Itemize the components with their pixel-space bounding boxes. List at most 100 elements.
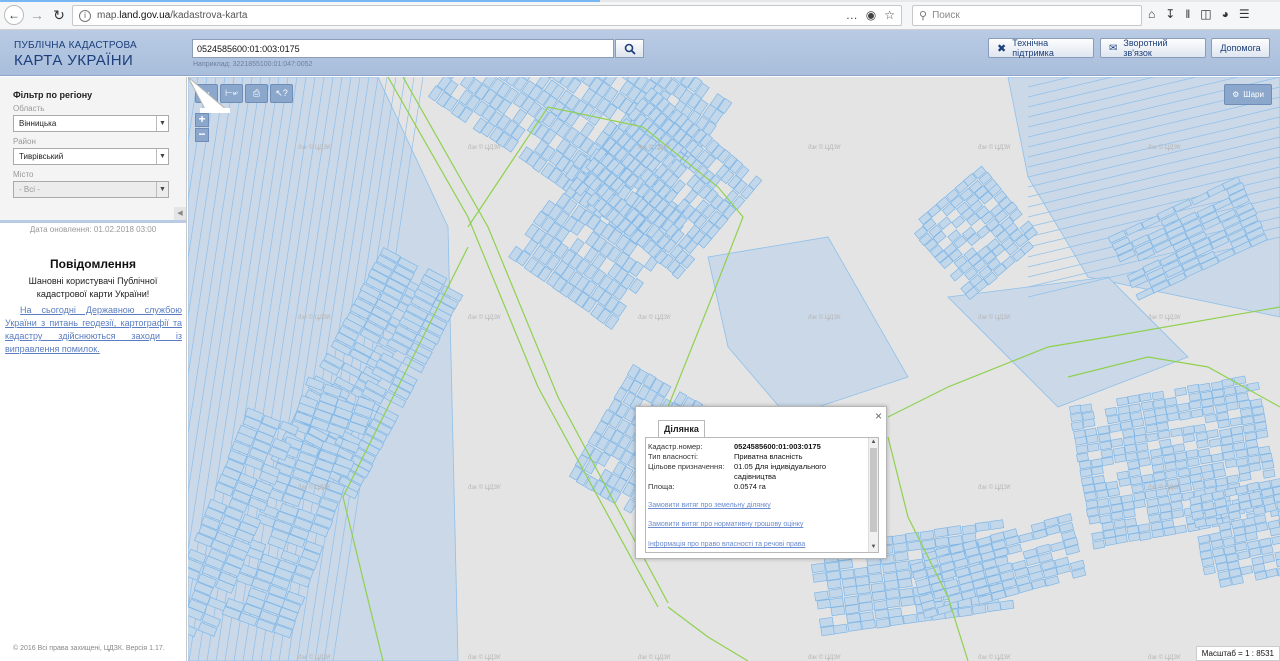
- map-watermark: дзк © ЦДЗК: [468, 314, 501, 321]
- scale-label: Масштаб = 1 : 8531: [1195, 646, 1280, 661]
- parcel: [1164, 469, 1178, 480]
- page-actions-icon[interactable]: …: [846, 8, 858, 22]
- parcel: [1088, 514, 1102, 525]
- popup-tail: [188, 77, 230, 113]
- tab-parcel[interactable]: Ділянка: [658, 420, 705, 438]
- map-watermark: дзк © ЦДЗК: [468, 654, 501, 661]
- parcel: [1254, 421, 1268, 431]
- parcel: [1224, 458, 1238, 469]
- parcel: [1163, 453, 1176, 464]
- address-bar[interactable]: i map. land.gov.ua/kadastrova-karta … ◉ ☆: [72, 5, 902, 26]
- map-watermark: дзк © ЦДЗК: [1148, 654, 1181, 661]
- parcel: [1151, 390, 1165, 401]
- parcel: [1188, 392, 1202, 402]
- parcel: [1092, 539, 1106, 550]
- scroll-up-icon[interactable]: ▲: [869, 438, 878, 447]
- parcel: [1159, 511, 1173, 521]
- info-cursor-icon[interactable]: ↖?: [270, 84, 293, 103]
- help-button[interactable]: Допомога: [1211, 38, 1270, 58]
- city-select[interactable]: - Всі - ▼: [13, 181, 169, 198]
- browser-tools: ⌂ ↧ ‖ ◫ ◕ ☰: [1148, 7, 1250, 21]
- forward-icon[interactable]: →: [28, 6, 46, 24]
- order-extract-link[interactable]: Замовити витяг про земельну ділянку: [648, 502, 771, 509]
- parcel: [828, 588, 844, 599]
- parcel: [1057, 513, 1073, 525]
- back-icon[interactable]: ←: [4, 5, 24, 25]
- parcel: [1157, 495, 1171, 506]
- parcel: [1145, 432, 1159, 443]
- parcel: [937, 216, 952, 230]
- menu-icon[interactable]: ☰: [1239, 7, 1250, 21]
- scroll-down-icon[interactable]: ▼: [869, 543, 878, 552]
- parcel: [826, 570, 841, 581]
- filter-title: Фільтр по регіону: [13, 90, 93, 100]
- parcel: [894, 560, 910, 571]
- parcel: [1107, 487, 1121, 497]
- parcel: [1261, 460, 1275, 470]
- parcel: [1155, 413, 1168, 424]
- parcel: [1151, 528, 1165, 539]
- notice-link[interactable]: На сьогодні Державною службою України з …: [5, 304, 182, 356]
- parcel: [1222, 536, 1236, 547]
- zoom-controls: + −: [195, 113, 209, 143]
- info-icon[interactable]: i: [79, 9, 91, 22]
- parcel: [1179, 482, 1193, 493]
- feedback-button[interactable]: ✉ Зворотний зв'язок: [1100, 38, 1206, 58]
- ownership-type-value: Приватна власність: [734, 452, 803, 461]
- district-select[interactable]: Тиврівський ▼: [13, 148, 169, 165]
- zoom-in-button[interactable]: +: [195, 113, 209, 127]
- parcel: [1233, 375, 1247, 386]
- download-icon[interactable]: ↧: [1165, 7, 1175, 21]
- parcel: [1100, 448, 1114, 459]
- pocket-icon[interactable]: ◉: [866, 8, 876, 22]
- parcel: [1177, 402, 1190, 413]
- map-canvas[interactable]: дзк © ЦДЗК дзк © ЦДЗК дзк © ЦДЗК дзк © ЦДЗК…: [188, 77, 1280, 661]
- parcel: [1213, 468, 1227, 479]
- search-button[interactable]: [615, 39, 644, 58]
- map-watermark: дзк © ЦДЗК: [808, 144, 841, 151]
- parcel: [1138, 457, 1152, 467]
- order-valuation-link[interactable]: Замовити витяг про нормативну грошову оц…: [648, 521, 803, 528]
- parcel: [1098, 505, 1112, 516]
- notice-greeting: Шановні користувачі Публічної кадастрово…: [28, 276, 158, 299]
- map-watermark: дзк © ЦДЗК: [978, 314, 1011, 321]
- cadastral-search-input[interactable]: [192, 39, 614, 58]
- parcel: [894, 551, 909, 562]
- parcel: [1074, 436, 1088, 446]
- support-button[interactable]: ✖ Технічна підтримка: [988, 38, 1094, 58]
- map-watermark: дзк © ЦДЗК: [638, 654, 671, 661]
- site-title[interactable]: ПУБЛІЧНА КАДАСТРОВА КАРТА УКРАЇНИ: [14, 41, 137, 69]
- scroll-thumb[interactable]: [870, 448, 877, 532]
- parcel: [1163, 526, 1177, 537]
- browser-search-field[interactable]: ⚲ Поиск: [912, 5, 1142, 26]
- parcel: [816, 598, 832, 610]
- collapse-sidebar-button[interactable]: ◀: [174, 207, 186, 220]
- cadastral-map[interactable]: дзк © ЦДЗК дзк © ЦДЗК дзк © ЦДЗК дзк © ЦДЗК…: [188, 77, 1280, 661]
- parcel: [873, 600, 888, 611]
- parcel: [1265, 568, 1279, 578]
- print-icon[interactable]: ⎙: [245, 84, 268, 103]
- district-label: Район: [13, 137, 36, 146]
- parcel: [1237, 550, 1251, 561]
- parcel: [1174, 524, 1187, 535]
- home-icon[interactable]: ⌂: [1148, 7, 1155, 21]
- region-select[interactable]: Вінницька ▼: [13, 115, 169, 132]
- library-icon[interactable]: ‖: [1185, 7, 1190, 21]
- parcel: [951, 215, 966, 229]
- close-icon[interactable]: ×: [875, 409, 882, 423]
- parcel: [1104, 406, 1118, 417]
- extension-icon[interactable]: ◕: [1222, 7, 1229, 21]
- parcel: [819, 616, 834, 628]
- popup-scrollbar[interactable]: ▲ ▼: [868, 438, 878, 552]
- parcel: [900, 596, 915, 607]
- parcel: [1082, 418, 1096, 428]
- layers-button[interactable]: ⚙ Шари: [1224, 84, 1272, 105]
- parcel: [1247, 454, 1261, 465]
- bookmark-star-icon[interactable]: ☆: [884, 8, 895, 22]
- parcel: [1202, 565, 1216, 576]
- reload-icon[interactable]: ↻: [50, 6, 68, 24]
- zoom-out-button[interactable]: −: [195, 128, 209, 142]
- ownership-info-link[interactable]: Інформація про право власності та речові…: [648, 541, 805, 548]
- sidebar-icon[interactable]: ◫: [1200, 7, 1211, 21]
- parcel: [1104, 536, 1118, 547]
